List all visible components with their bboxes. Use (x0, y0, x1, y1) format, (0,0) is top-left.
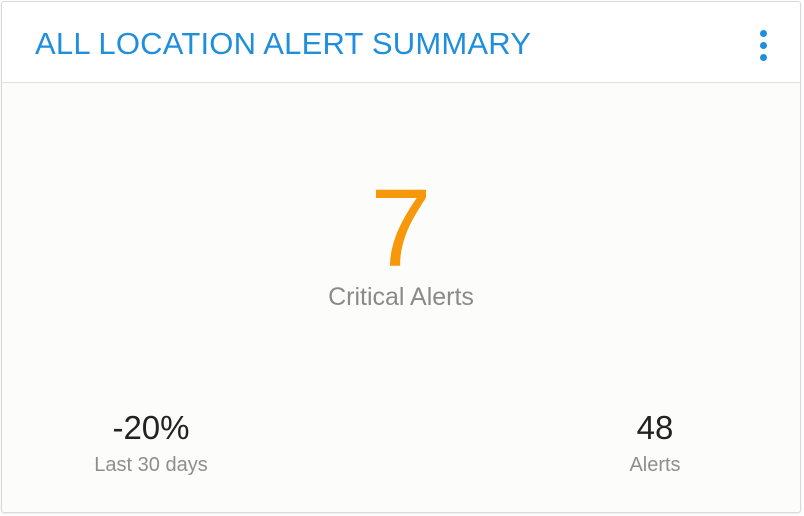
more-vertical-icon-dot (760, 42, 767, 49)
alerts-label: Alerts (629, 454, 681, 476)
alert-summary-card: ALL LOCATION ALERT SUMMARY 7 Critical Al… (1, 1, 801, 513)
change-value: -20% (112, 409, 190, 446)
change-stat: -20% Last 30 days (51, 408, 251, 478)
card-title: ALL LOCATION ALERT SUMMARY (35, 26, 532, 61)
alerts-stat: 48 Alerts (555, 408, 755, 478)
critical-alerts-label: Critical Alerts (328, 283, 474, 311)
change-label: Last 30 days (94, 454, 208, 476)
critical-alerts-count: 7 (370, 167, 432, 290)
more-vertical-icon-dot (760, 54, 767, 61)
more-options-button[interactable] (754, 26, 774, 66)
alerts-value: 48 (636, 409, 674, 446)
card-header: ALL LOCATION ALERT SUMMARY (2, 2, 800, 83)
more-vertical-icon (760, 30, 767, 37)
